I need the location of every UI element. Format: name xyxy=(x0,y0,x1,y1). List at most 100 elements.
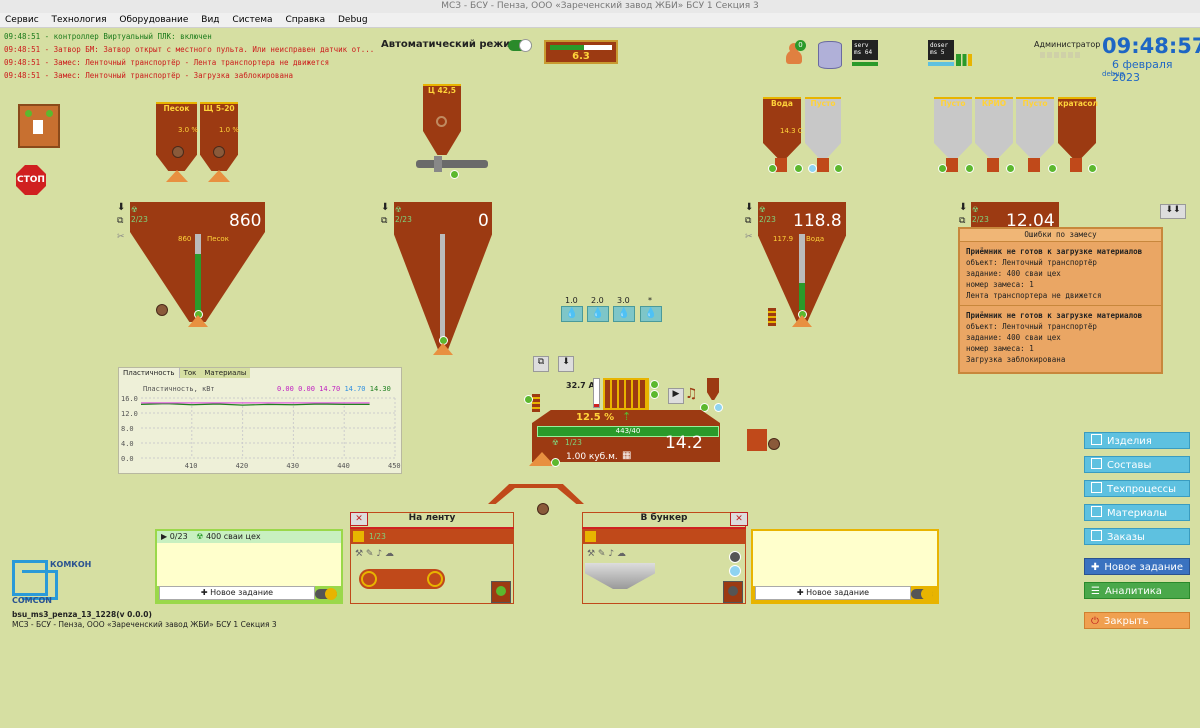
bunker-panel-title: В бункер xyxy=(640,513,688,523)
hopper-icon: ☢ xyxy=(972,205,979,214)
hopper-count: 2/23 xyxy=(131,215,148,224)
scissors-icon[interactable]: ✂ xyxy=(117,232,125,242)
analytics-button[interactable]: ☰ Аналитика xyxy=(1084,582,1190,599)
new-task-button-left[interactable]: ✚ Новое задание xyxy=(159,586,315,600)
control-panel-icon[interactable] xyxy=(18,104,60,148)
bunker-panel: В бункер ⚒ ✎ ♪ ☁ xyxy=(582,512,746,604)
stop-button[interactable]: СТОП xyxy=(16,165,46,195)
belt-panel-title: На ленту xyxy=(408,513,456,523)
hopper-material: Песок xyxy=(207,235,229,243)
y-tick-label: 12.0 xyxy=(121,410,138,418)
logo-text-en: COMCON xyxy=(12,596,52,605)
double-download-icon[interactable]: ⬇⬇ xyxy=(1160,204,1186,219)
orders-button[interactable]: Заказы xyxy=(1084,528,1190,545)
download-icon[interactable]: ⬇ xyxy=(558,356,574,372)
belt-status-button[interactable] xyxy=(491,581,511,603)
menu-item-debug[interactable]: Debug xyxy=(333,13,373,27)
user-alert-icon[interactable]: 0 xyxy=(782,40,808,66)
menu-item-equipment[interactable]: Оборудование xyxy=(114,13,193,27)
bunker-status-button[interactable] xyxy=(723,581,743,603)
status-dot xyxy=(834,164,843,173)
valve-icon[interactable] xyxy=(172,146,184,158)
screw-conveyor xyxy=(416,160,488,168)
menu-item-service[interactable]: Сервис xyxy=(0,13,44,27)
recipes-button[interactable]: Составы xyxy=(1084,456,1190,473)
bunker-alarm-bar xyxy=(582,527,746,529)
comcon-logo: КОМКОН COMCON xyxy=(12,560,92,605)
qr-icon[interactable]: ▦ xyxy=(622,450,631,461)
materials-button[interactable]: Материалы xyxy=(1084,504,1190,521)
dose-button-3[interactable]: 💧 xyxy=(613,306,635,322)
download-icon[interactable]: ⬇ xyxy=(745,202,753,213)
logo-text-ru: КОМКОН xyxy=(50,560,92,569)
status-dot xyxy=(524,395,533,404)
y-tick-label: 0.0 xyxy=(121,455,134,463)
dose-label: 1.0 xyxy=(565,296,578,305)
status-dot xyxy=(965,164,974,173)
status-dot xyxy=(768,164,777,173)
menu-item-technology[interactable]: Технология xyxy=(47,13,112,27)
upload-icon: ⇡ xyxy=(622,410,632,423)
menu-item-system[interactable]: Система xyxy=(227,13,277,27)
status-dot xyxy=(714,403,723,412)
task-count: 0/23 xyxy=(169,532,188,541)
valve-icon[interactable] xyxy=(156,304,168,316)
mode-label: Автоматический режим xyxy=(381,39,519,50)
error-head: Приёмник не готов к загрузке материалов xyxy=(966,311,1143,320)
play-button[interactable]: ▶ xyxy=(668,388,684,404)
doser-status-icon[interactable]: doser ms 5 xyxy=(928,40,954,60)
copy-icon[interactable]: ⧉ xyxy=(117,216,123,226)
status-dot xyxy=(1088,164,1097,173)
hopper-level-bar xyxy=(799,234,805,310)
error-block: Приёмник не готов к загрузке материалов … xyxy=(960,306,1161,369)
task-toggle-right[interactable] xyxy=(911,588,933,600)
hopper-level-bar xyxy=(195,234,201,312)
auto-mode-toggle[interactable] xyxy=(508,39,532,52)
hopper-count: 2/23 xyxy=(395,215,412,224)
error-line: Лента транспортера не движется xyxy=(966,291,1102,300)
silo-empty xyxy=(805,108,841,158)
download-icon[interactable]: ⬇ xyxy=(381,202,389,213)
download-icon[interactable]: ⬇ xyxy=(959,202,967,213)
dose-button-2[interactable]: 💧 xyxy=(587,306,609,322)
database-icon[interactable] xyxy=(818,41,842,69)
task-row[interactable]: ▶ 0/23 ☢ 400 сваи цех xyxy=(157,531,341,543)
dose-button-1[interactable]: 💧 xyxy=(561,306,583,322)
copy-icon[interactable]: ⧉ xyxy=(381,216,387,226)
y-tick-label: 8.0 xyxy=(121,425,134,433)
dose-label: * xyxy=(648,296,652,305)
products-button[interactable]: Изделия xyxy=(1084,432,1190,449)
server-status-icon[interactable]: serv ms 64 xyxy=(852,40,878,60)
task-name: 400 сваи цех xyxy=(205,532,261,541)
mixer-current: 32.7 А xyxy=(566,381,595,390)
hopper-target: 117.9 xyxy=(773,235,794,243)
bunker-disable-icon[interactable]: ✕ xyxy=(730,512,748,526)
download-icon[interactable]: ⬇ xyxy=(117,202,125,213)
processes-button[interactable]: Техпроцессы xyxy=(1084,480,1190,497)
play-icon[interactable]: ▶ xyxy=(161,532,167,541)
close-button[interactable]: ⏻ Закрыть xyxy=(1084,612,1190,629)
copy-icon[interactable]: ⧉ xyxy=(959,216,965,226)
task-list-left: ▶ 0/23 ☢ 400 сваи цех ✚ Новое задание xyxy=(155,529,343,604)
copy-icon[interactable]: ⧉ xyxy=(745,216,751,226)
silo-add1 xyxy=(934,108,972,158)
pile-icon xyxy=(433,343,453,355)
valve-icon[interactable] xyxy=(768,438,780,450)
mixer-percent: 12.5 % xyxy=(576,412,615,423)
valve-icon[interactable] xyxy=(213,146,225,158)
dose-button-custom[interactable]: 💧 xyxy=(640,306,662,322)
copy-icon[interactable]: ⧉ xyxy=(533,356,549,372)
valve-icon[interactable] xyxy=(537,503,549,515)
new-task-button-right[interactable]: ✚ Новое задание xyxy=(755,586,911,600)
task-toggle-left[interactable] xyxy=(315,588,337,600)
tool-icons: ⚒ ✎ ♪ ☁ xyxy=(355,549,394,559)
new-task-button[interactable]: ✚ Новое задание xyxy=(1084,558,1190,575)
scissors-icon[interactable]: ✂ xyxy=(745,232,753,242)
error-line: объект: Ленточный транспортёр xyxy=(966,258,1097,267)
menu-item-view[interactable]: Вид xyxy=(196,13,224,27)
add-valve xyxy=(1028,158,1040,172)
menu-item-help[interactable]: Справка xyxy=(280,13,330,27)
error-line: объект: Ленточный транспортёр xyxy=(966,322,1097,331)
belt-disable-icon[interactable]: ✕ xyxy=(350,512,368,526)
hopper-icon: ☢ xyxy=(759,205,766,214)
